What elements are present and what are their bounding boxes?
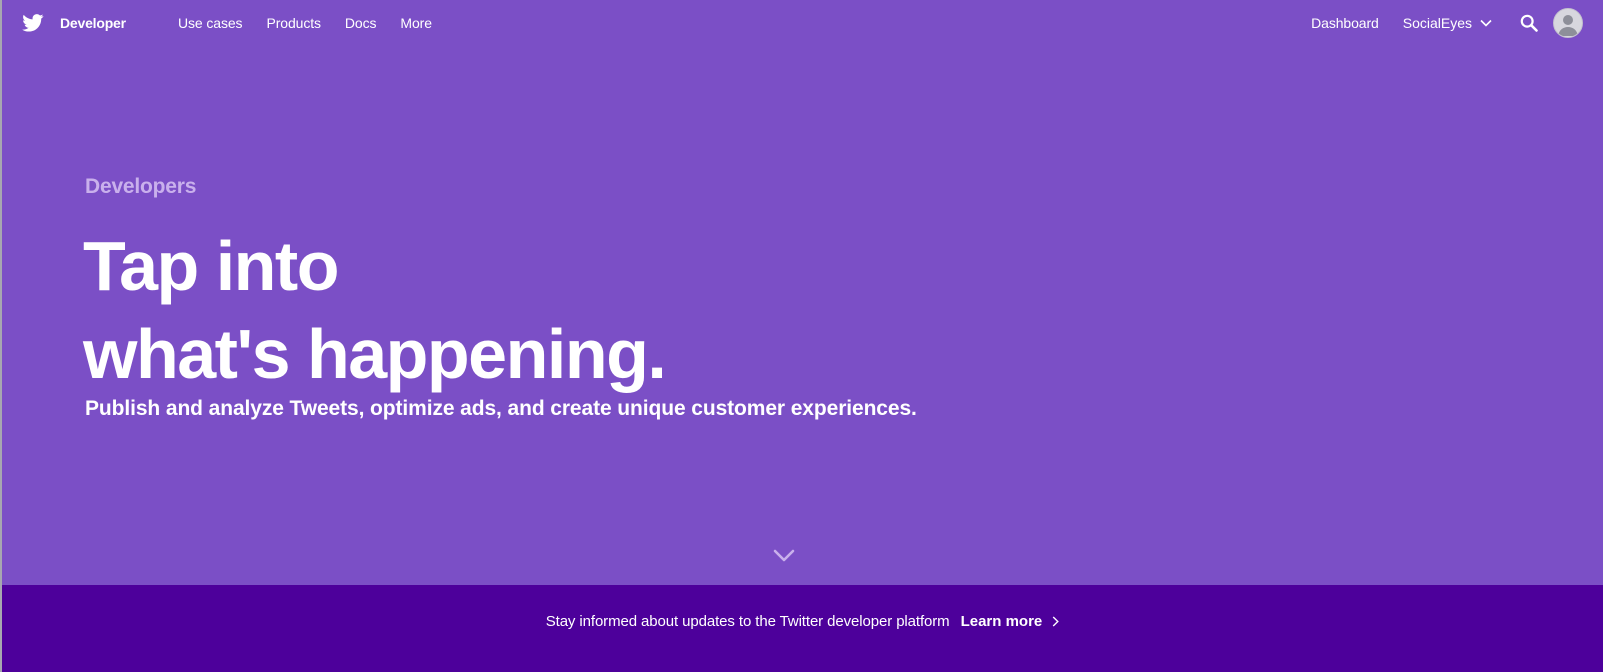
announcement-banner: Stay informed about updates to the Twitt…	[2, 585, 1603, 672]
dashboard-link[interactable]: Dashboard	[1311, 15, 1379, 31]
page: Developer Use cases Products Docs More D…	[2, 0, 1603, 672]
hero-headline-line-2: what's happening.	[83, 315, 667, 393]
nav-link-docs[interactable]: Docs	[345, 15, 377, 31]
brand-link[interactable]: Developer	[22, 11, 126, 35]
hero-headline-line-1: Tap into	[83, 227, 339, 305]
chevron-down-icon[interactable]	[772, 548, 796, 564]
hero-eyebrow: Developers	[85, 175, 197, 198]
user-avatar-icon	[1558, 15, 1578, 36]
chevron-down-icon	[1480, 19, 1492, 27]
account-name: SocialEyes	[1402, 15, 1472, 31]
primary-nav: Use cases Products Docs More	[178, 0, 456, 46]
learn-more-label: Learn more	[960, 612, 1043, 630]
nav-link-use-cases[interactable]: Use cases	[178, 15, 243, 31]
nav-link-products[interactable]: Products	[266, 15, 321, 31]
top-nav: Developer Use cases Products Docs More D…	[2, 0, 1603, 46]
twitter-bird-icon	[22, 14, 44, 32]
nav-right: Dashboard SocialEyes	[1311, 0, 1583, 46]
banner-content: Stay informed about updates to the Twitt…	[2, 585, 1603, 657]
account-menu-toggle[interactable]: SocialEyes	[1403, 15, 1492, 31]
banner-text: Stay informed about updates to the Twitt…	[545, 612, 950, 630]
hero-headline: Tap into what's happening.	[83, 222, 667, 398]
nav-link-more[interactable]: More	[400, 15, 432, 31]
user-avatar[interactable]	[1553, 8, 1583, 38]
chevron-right-icon	[1052, 615, 1060, 627]
hero-subheading: Publish and analyze Tweets, optimize ads…	[85, 397, 917, 420]
learn-more-link[interactable]: Learn more	[961, 613, 1060, 630]
brand-label: Developer	[60, 15, 126, 31]
search-icon[interactable]	[1520, 14, 1538, 32]
